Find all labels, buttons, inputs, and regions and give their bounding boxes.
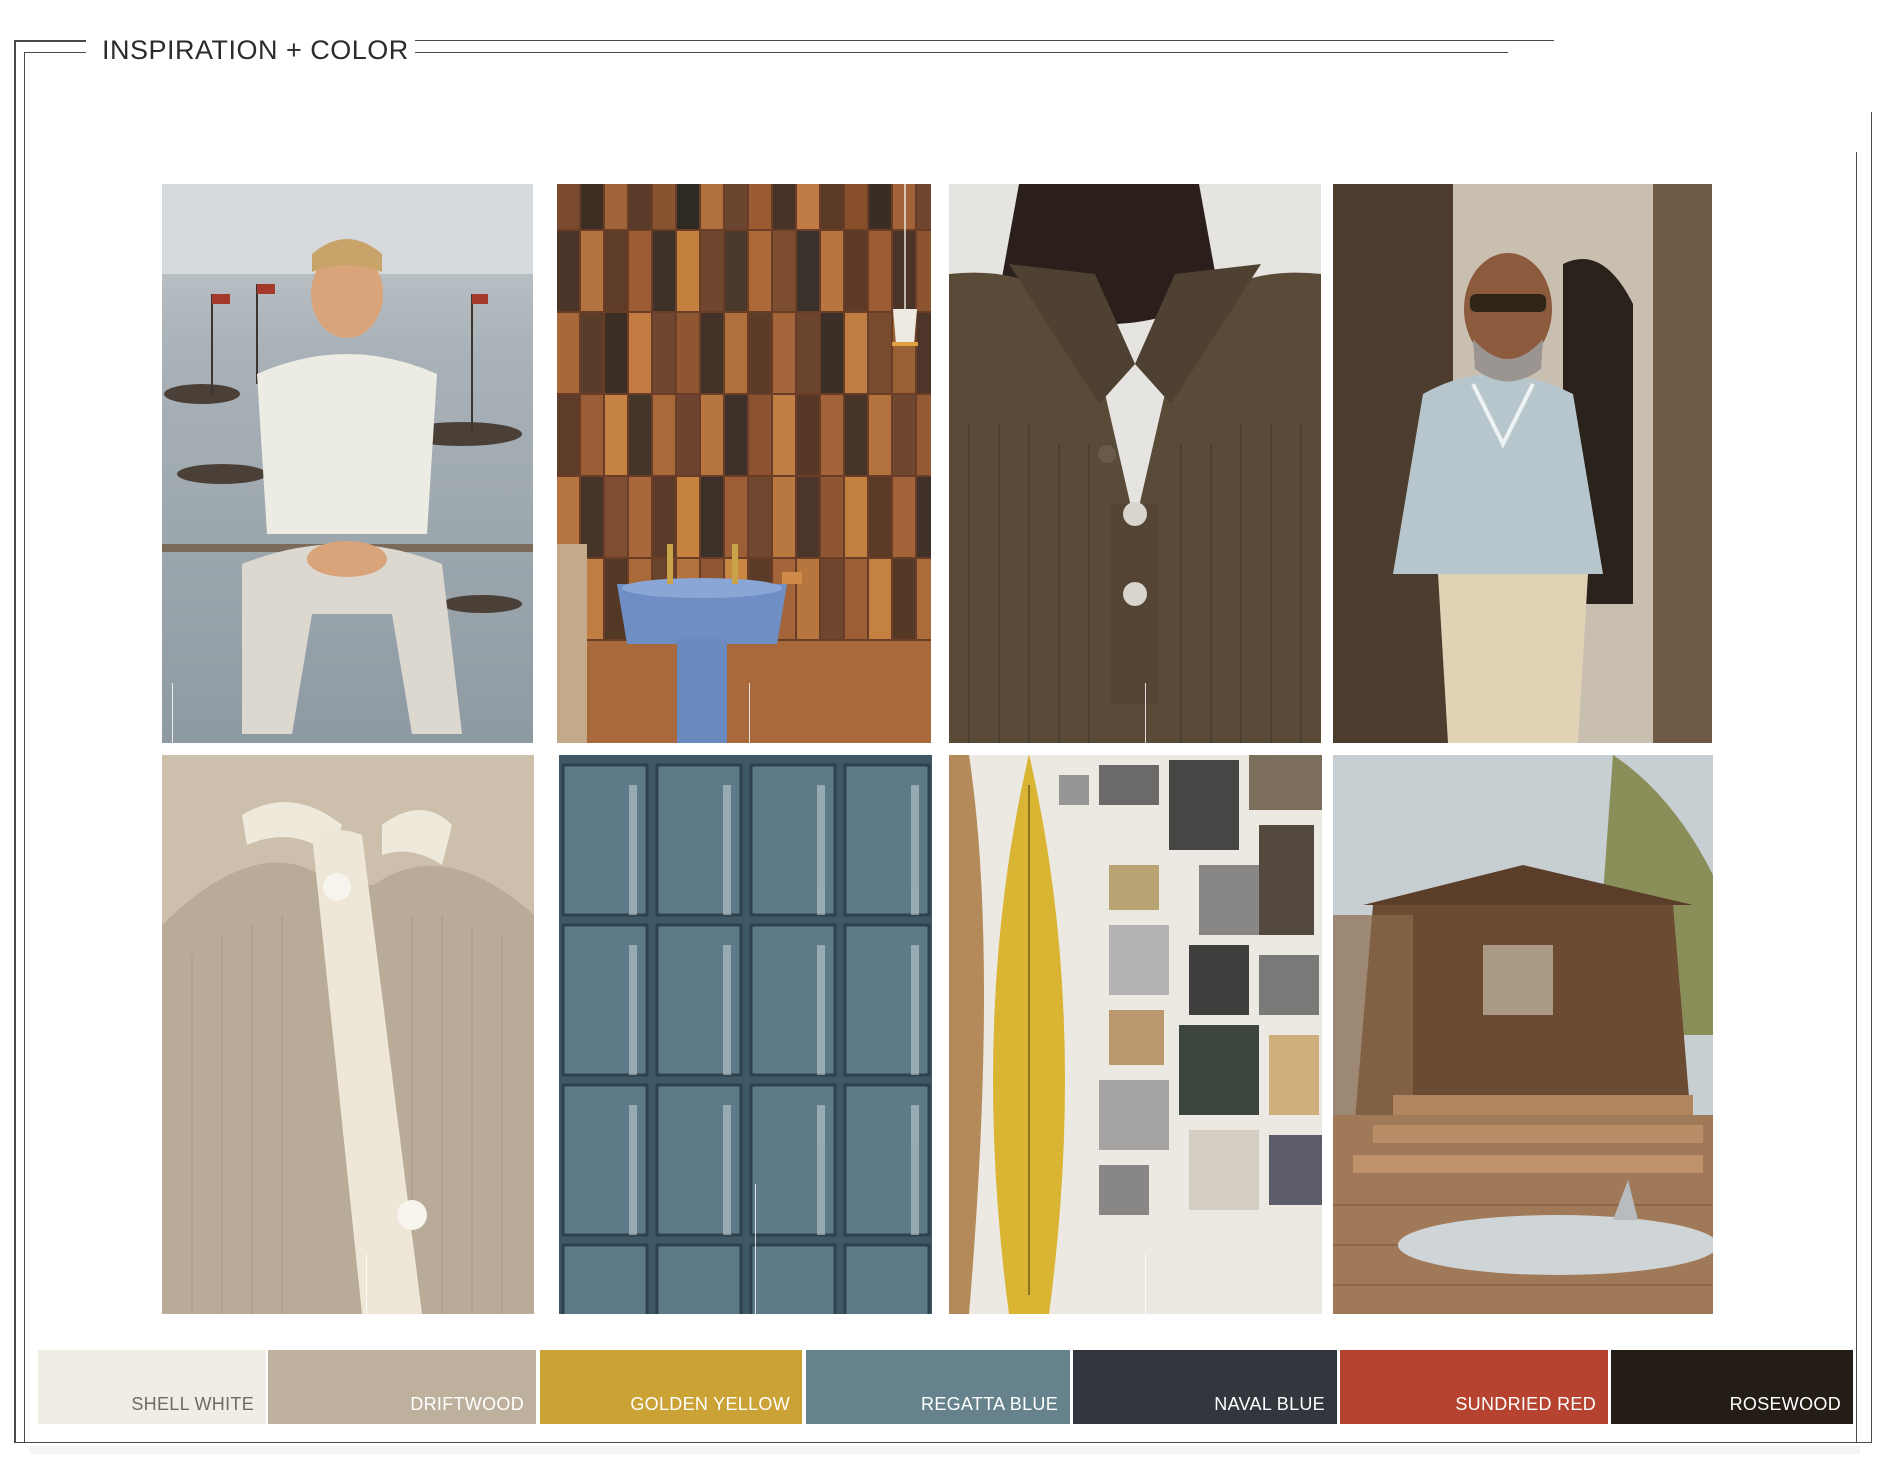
swatch-label: DRIFTWOOD <box>410 1394 524 1414</box>
image-tile-sink <box>557 184 931 743</box>
swatch-driftwood: DRIFTWOOD <box>268 1350 536 1424</box>
image-guide-tick <box>172 683 173 743</box>
swatch-regatta-blue: REGATTA BLUE <box>806 1350 1070 1424</box>
frame-bottom-line <box>14 1442 1872 1443</box>
swatch-label: GOLDEN YELLOW <box>630 1394 790 1414</box>
swatch-label: ROSEWOOD <box>1729 1394 1841 1414</box>
swatch-naval-blue: NAVAL BLUE <box>1073 1350 1337 1424</box>
frame-right-line <box>1871 112 1872 1442</box>
image-man-white-tee <box>162 184 533 743</box>
frame-top-right-inner-line <box>414 52 1508 53</box>
image-knit-polo <box>949 184 1321 743</box>
image-guide-tick <box>1145 1254 1146 1314</box>
frame-bottom-shadow <box>30 1446 1860 1454</box>
swatch-label: REGATTA BLUE <box>921 1394 1058 1414</box>
frame-left-line <box>14 40 16 1442</box>
image-guide-tick <box>749 683 750 743</box>
image-cabin-deck <box>1333 755 1713 1314</box>
frame-left-inner-line <box>24 52 25 1442</box>
image-blue-tiles <box>559 755 932 1314</box>
swatch-rosewood: ROSEWOOD <box>1611 1350 1853 1424</box>
image-beige-knit <box>162 755 534 1314</box>
image-guide-tick <box>1145 683 1146 743</box>
image-surf-wall <box>949 755 1322 1314</box>
image-man-blue-polo <box>1333 184 1712 743</box>
swatch-sundried-red: SUNDRIED RED <box>1340 1350 1608 1424</box>
frame-top-left-inner-line <box>24 52 86 53</box>
image-guide-tick <box>366 1254 367 1314</box>
frame-top-left-line <box>14 40 86 42</box>
image-guide-tick <box>755 1184 756 1314</box>
swatch-label: SUNDRIED RED <box>1455 1394 1596 1414</box>
frame-top-right-line <box>414 40 1554 41</box>
frame-right-inner-line <box>1856 152 1857 1442</box>
swatch-shell-white: SHELL WHITE <box>38 1350 266 1424</box>
swatch-label: SHELL WHITE <box>131 1394 254 1414</box>
swatch-golden-yellow: GOLDEN YELLOW <box>540 1350 802 1424</box>
swatch-label: NAVAL BLUE <box>1214 1394 1325 1414</box>
page-title: INSPIRATION + COLOR <box>96 32 415 68</box>
